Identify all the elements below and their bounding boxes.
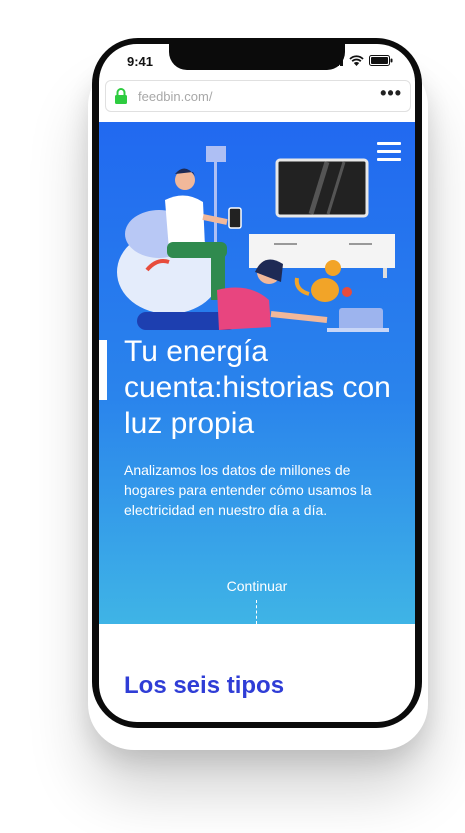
menu-icon[interactable] [377,142,401,162]
hero-illustration [117,146,395,332]
more-icon[interactable]: ••• [380,83,402,104]
hero-section: Tu energía cuenta:historias con luz prop… [99,122,415,624]
address-bar[interactable]: feedbin.com/ ••• [105,80,411,112]
hero-headline: Tu energía cuenta:historias con luz prop… [124,335,391,440]
section-title: Los seis tipos [124,672,285,699]
phone-screen: 9:41 feedbin.com/ ••• Tu energía cuenta:… [99,44,415,722]
lock-icon [115,88,127,104]
accent-bar [99,340,107,400]
continue-scroll-line [256,600,257,624]
url-text: feedbin.com/ [138,89,213,104]
notch [169,44,345,70]
hero-subtitle: Analizamos los datos de millones de hoga… [124,462,372,518]
wifi-icon [349,55,364,66]
status-time: 9:41 [127,54,154,69]
battery-icon [369,55,393,66]
continue-button[interactable]: Continuar [99,578,415,594]
